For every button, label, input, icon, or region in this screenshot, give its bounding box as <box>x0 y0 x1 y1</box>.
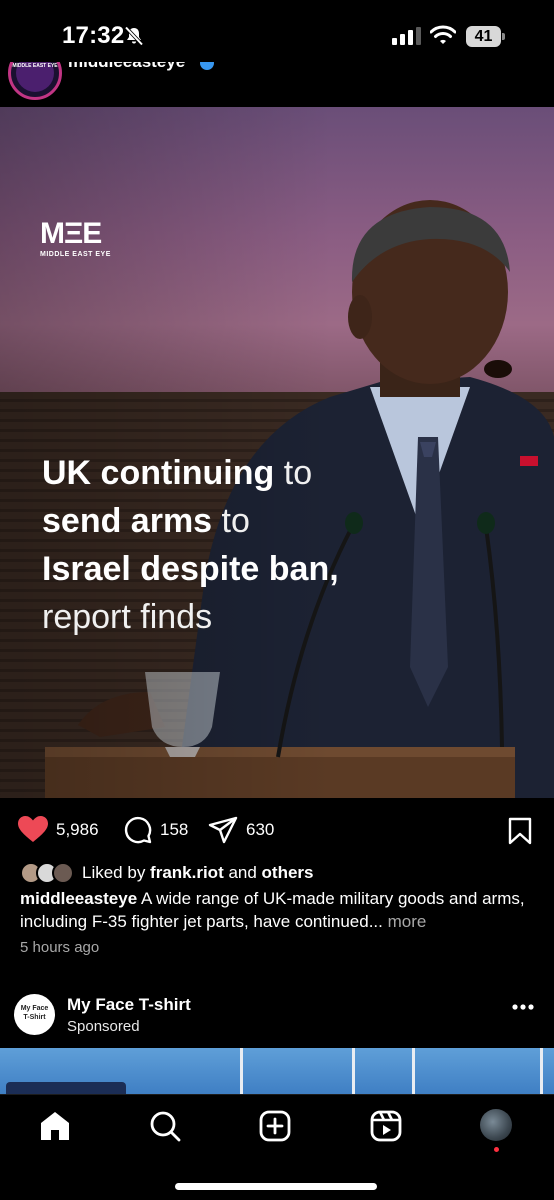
sponsored-post-header[interactable]: My Face T-Shirt My Face T-shirt Sponsore… <box>0 992 554 1040</box>
mee-logo-mark: MΞE <box>40 217 102 250</box>
reels-icon[interactable] <box>369 1109 403 1143</box>
save-button[interactable] <box>508 817 532 850</box>
sponsor-avatar-line1: My Face <box>20 1005 49 1012</box>
nav-search-button[interactable] <box>148 1109 182 1143</box>
sponsor-avatar[interactable]: My Face T-Shirt <box>14 994 55 1035</box>
send-icon[interactable] <box>208 816 238 844</box>
post-image[interactable]: MΞE MIDDLE EAST EYE UK continuing to sen… <box>0 107 554 798</box>
liked-by-text[interactable]: Liked by frank.riot and others <box>82 863 314 883</box>
battery-icon: 41 <box>466 26 505 47</box>
wifi-icon <box>429 25 457 50</box>
avatar-caption: MIDDLE EAST EYE <box>12 63 58 69</box>
bottom-nav <box>0 1094 554 1200</box>
like-button[interactable]: 5,986 <box>18 816 99 843</box>
headline-line: report finds <box>42 598 213 636</box>
create-icon[interactable] <box>258 1109 292 1143</box>
post-actions: 5,986 158 630 <box>0 812 554 850</box>
nav-reels-button[interactable] <box>369 1109 403 1143</box>
caption-more-link[interactable]: more <box>383 912 427 931</box>
post-header[interactable]: MIDDLE EAST EYE middleeasteye <box>0 62 554 107</box>
home-icon[interactable] <box>38 1109 72 1143</box>
post-author-avatar[interactable]: MIDDLE EAST EYE <box>8 62 62 100</box>
battery-level: 41 <box>474 28 493 45</box>
post-author-username[interactable]: middleeasteye <box>68 62 185 72</box>
liked-by-others: others <box>261 863 314 882</box>
comment-count[interactable]: 158 <box>160 820 188 840</box>
comment-button[interactable]: 158 <box>124 816 188 844</box>
liked-by-user: frank.riot <box>150 863 224 882</box>
bookmark-icon[interactable] <box>508 817 532 845</box>
post-caption: middleeasteye A wide range of UK-made mi… <box>20 887 540 933</box>
notification-dot <box>494 1147 499 1152</box>
post-timestamp: 5 hours ago <box>20 939 100 956</box>
sponsored-label: Sponsored <box>67 1018 140 1035</box>
share-count[interactable]: 630 <box>246 820 274 840</box>
bell-slash-icon <box>124 26 144 51</box>
sponsor-avatar-line2: T-Shirt <box>23 1014 46 1021</box>
heart-filled-icon[interactable] <box>18 816 48 843</box>
liker-avatar <box>52 862 74 884</box>
nav-home-button[interactable] <box>38 1109 72 1143</box>
nav-create-button[interactable] <box>258 1109 292 1143</box>
status-time: 17:32 <box>62 22 125 49</box>
more-options-icon[interactable] <box>512 1004 534 1010</box>
sponsor-name[interactable]: My Face T-shirt <box>67 995 191 1015</box>
image-headline: UK continuing to send arms to Israel des… <box>42 449 402 641</box>
headline-line: Israel despite ban, <box>42 550 339 588</box>
mee-logo-subtitle: MIDDLE EAST EYE <box>40 251 111 258</box>
headline-line: send arms to <box>42 502 250 540</box>
share-button[interactable]: 630 <box>208 816 274 844</box>
comment-icon[interactable] <box>124 816 152 844</box>
mee-logo: MΞE MIDDLE EAST EYE <box>40 217 111 259</box>
verified-badge-icon <box>200 62 214 70</box>
sponsored-image[interactable] <box>0 1048 554 1094</box>
profile-avatar[interactable] <box>480 1109 512 1141</box>
liked-by-avatars <box>20 862 78 884</box>
search-icon[interactable] <box>148 1109 182 1143</box>
home-indicator[interactable] <box>175 1183 377 1190</box>
cellular-signal-icon <box>392 27 422 50</box>
nav-profile-button[interactable] <box>480 1109 514 1152</box>
caption-username[interactable]: middleeasteye <box>20 889 137 908</box>
liked-by-row[interactable]: Liked by frank.riot and others <box>20 862 314 884</box>
like-count[interactable]: 5,986 <box>56 820 99 840</box>
headline-line: UK continuing to <box>42 454 313 492</box>
